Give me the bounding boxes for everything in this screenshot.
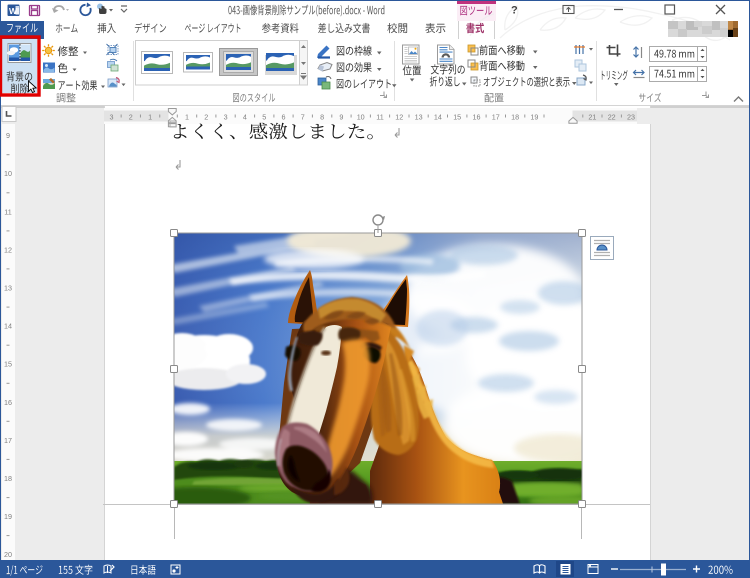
svg-text:11: 11	[4, 207, 11, 216]
svg-text:18: 18	[511, 113, 519, 122]
svg-text:20: 20	[4, 550, 12, 559]
svg-text:W: W	[9, 6, 18, 16]
svg-text:9: 9	[6, 131, 10, 140]
svg-text:14: 14	[4, 322, 12, 331]
svg-text:21: 21	[588, 113, 596, 122]
svg-text:3: 3	[110, 113, 114, 122]
svg-text:13: 13	[4, 284, 12, 293]
svg-text:17: 17	[4, 436, 12, 445]
svg-text:17: 17	[492, 113, 500, 122]
svg-text:6: 6	[282, 113, 286, 122]
svg-text:15: 15	[453, 113, 461, 122]
svg-text:3: 3	[224, 113, 228, 122]
svg-text:1: 1	[148, 113, 152, 122]
svg-text:10: 10	[4, 169, 12, 178]
svg-text:10: 10	[357, 113, 365, 122]
svg-text:14: 14	[434, 113, 442, 122]
svg-text:1: 1	[185, 113, 189, 122]
svg-text:12: 12	[395, 113, 403, 122]
svg-text:?: ?	[511, 5, 518, 17]
svg-text:22: 22	[608, 113, 616, 122]
svg-text:12: 12	[4, 245, 12, 254]
svg-text:16: 16	[473, 113, 481, 122]
svg-text:4: 4	[243, 113, 247, 122]
svg-text:16: 16	[4, 398, 12, 407]
svg-text:9: 9	[339, 113, 343, 122]
svg-text:2: 2	[204, 113, 208, 122]
svg-text:2: 2	[129, 113, 133, 122]
svg-text:11: 11	[376, 113, 383, 122]
svg-text:7: 7	[301, 113, 305, 122]
svg-text:19: 19	[4, 512, 12, 521]
svg-text:13: 13	[415, 113, 423, 122]
svg-text:18: 18	[4, 474, 12, 483]
svg-text:19: 19	[530, 113, 538, 122]
svg-text:8: 8	[320, 113, 324, 122]
svg-text:23: 23	[627, 113, 635, 122]
svg-text:15: 15	[4, 360, 12, 369]
svg-text:5: 5	[262, 113, 266, 122]
